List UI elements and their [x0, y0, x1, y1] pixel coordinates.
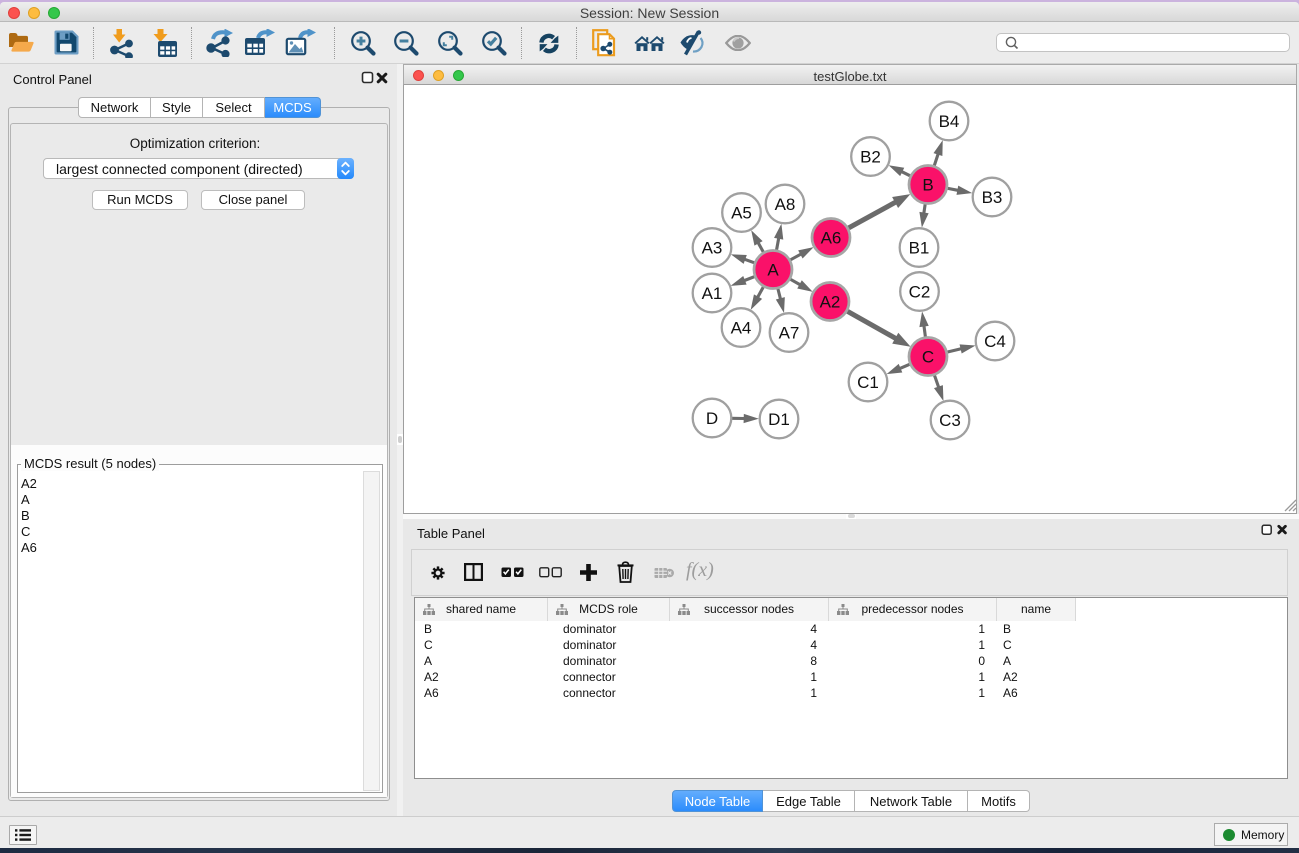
svg-text:A5: A5	[731, 204, 752, 223]
svg-text:A6: A6	[821, 229, 842, 248]
svg-text:B4: B4	[939, 112, 960, 131]
svg-text:B2: B2	[860, 148, 881, 167]
svg-text:C3: C3	[939, 411, 961, 430]
svg-text:D1: D1	[768, 410, 790, 429]
svg-text:B: B	[922, 176, 933, 195]
svg-text:C4: C4	[984, 332, 1006, 351]
svg-text:A8: A8	[775, 195, 796, 214]
svg-text:A4: A4	[731, 319, 752, 338]
svg-text:C: C	[922, 348, 934, 367]
svg-text:A1: A1	[702, 284, 723, 303]
svg-text:C2: C2	[909, 283, 931, 302]
svg-text:C1: C1	[857, 373, 879, 392]
svg-text:D: D	[706, 409, 718, 428]
svg-text:A2: A2	[820, 293, 841, 312]
svg-text:B3: B3	[982, 188, 1003, 207]
svg-text:A7: A7	[779, 324, 800, 343]
svg-text:A: A	[767, 261, 779, 280]
svg-text:B1: B1	[909, 239, 930, 258]
svg-text:A3: A3	[702, 239, 723, 258]
